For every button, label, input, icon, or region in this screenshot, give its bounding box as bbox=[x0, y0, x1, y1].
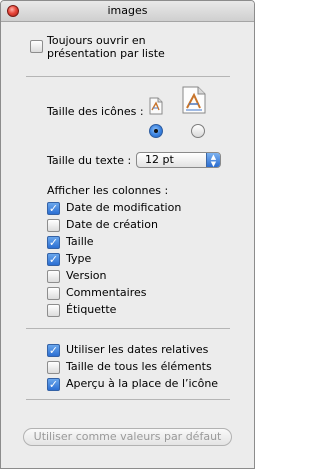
column-comments-label: Commentaires bbox=[66, 286, 147, 299]
column-size-checkbox[interactable]: ✓ bbox=[47, 236, 60, 249]
column-label-checkbox[interactable] bbox=[47, 304, 60, 317]
always-open-list-label-1: Toujours ouvrir en bbox=[47, 34, 146, 47]
separator bbox=[26, 76, 230, 77]
column-size-label: Taille bbox=[66, 235, 94, 248]
always-open-list-label-2: présentation par liste bbox=[47, 47, 165, 60]
column-version-checkbox[interactable] bbox=[47, 270, 60, 283]
icon-preview-checkbox[interactable]: ✓ bbox=[47, 378, 60, 391]
view-options-window: images Toujours ouvrir en présentation p… bbox=[0, 0, 255, 469]
relative-dates-checkbox[interactable]: ✓ bbox=[47, 344, 60, 357]
calculate-sizes-checkbox[interactable] bbox=[47, 361, 60, 374]
radio-selected-dot bbox=[154, 129, 158, 133]
title-bar[interactable]: images bbox=[1, 1, 254, 22]
calculate-sizes-label: Taille de tous les éléments bbox=[66, 360, 212, 373]
updown-arrows-icon: ▲ ▼ bbox=[206, 153, 220, 167]
always-open-list-checkbox[interactable] bbox=[30, 40, 43, 53]
use-as-defaults-button[interactable]: Utiliser comme valeurs par défaut bbox=[23, 428, 232, 446]
column-date-modified-checkbox[interactable]: ✓ bbox=[47, 202, 60, 215]
text-size-label: Taille du texte : bbox=[47, 154, 132, 167]
small-document-icon bbox=[149, 97, 163, 115]
column-version-label: Version bbox=[66, 269, 107, 282]
text-size-popup[interactable]: 12 pt ▲ ▼ bbox=[136, 152, 221, 168]
column-date-modified-label: Date de modification bbox=[66, 201, 182, 214]
column-comments-checkbox[interactable] bbox=[47, 287, 60, 300]
relative-dates-label: Utiliser les dates relatives bbox=[66, 343, 209, 356]
icon-size-small-radio[interactable] bbox=[149, 124, 163, 138]
window-title: images bbox=[107, 4, 148, 17]
icon-size-large-radio[interactable] bbox=[191, 124, 205, 138]
icon-size-label: Taille des icônes : bbox=[47, 105, 144, 118]
separator bbox=[26, 399, 230, 400]
column-type-label: Type bbox=[66, 252, 92, 265]
icon-preview-label: Aperçu à la place de l’icône bbox=[66, 377, 219, 390]
columns-header: Afficher les colonnes : bbox=[47, 184, 169, 197]
separator bbox=[26, 328, 230, 329]
column-date-created-checkbox[interactable] bbox=[47, 219, 60, 232]
column-date-created-label: Date de création bbox=[66, 218, 158, 231]
column-type-checkbox[interactable]: ✓ bbox=[47, 253, 60, 266]
large-document-icon bbox=[182, 86, 206, 114]
column-label-label: Étiquette bbox=[66, 303, 117, 316]
text-size-value: 12 pt bbox=[145, 153, 174, 166]
